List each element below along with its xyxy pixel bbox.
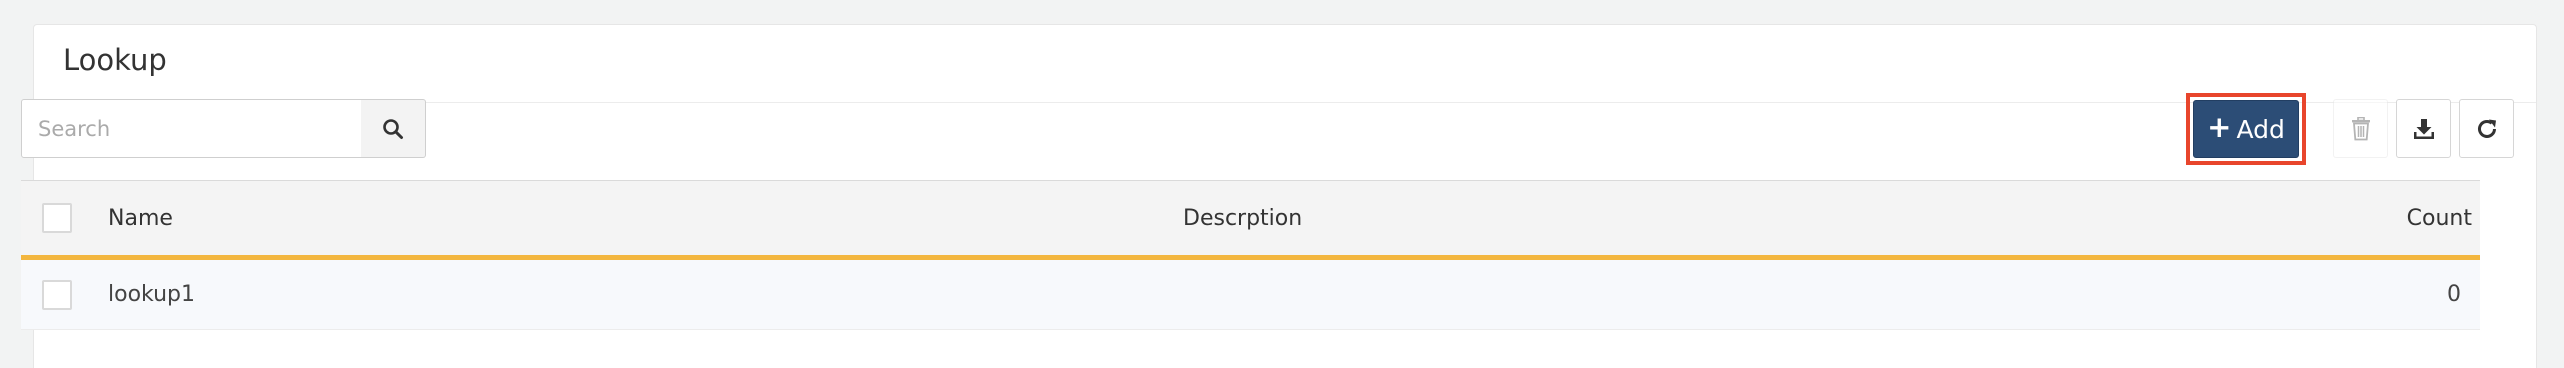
download-icon [2413, 118, 2434, 139]
row-name: lookup1 [108, 282, 196, 307]
search-button[interactable] [361, 99, 426, 158]
search-input[interactable] [21, 99, 362, 158]
column-header-count[interactable]: Count [2407, 181, 2472, 255]
refresh-icon [2477, 119, 2496, 138]
add-button-label: Add [2236, 114, 2285, 144]
select-all-cell [42, 181, 72, 255]
column-header-name[interactable]: Name [108, 181, 173, 255]
trash-icon [2351, 116, 2370, 140]
plus-icon: + [2207, 110, 2232, 144]
table-row[interactable]: lookup1 0 [21, 260, 2480, 330]
row-count: 0 [2447, 282, 2461, 307]
download-button[interactable] [2396, 99, 2451, 158]
select-all-checkbox[interactable] [42, 203, 72, 233]
page-title: Lookup [63, 43, 167, 77]
add-button[interactable]: + Add [2193, 100, 2299, 158]
search-icon [383, 118, 403, 139]
delete-button[interactable] [2333, 99, 2388, 158]
panel-header: Lookup [34, 25, 2536, 103]
row-select-cell [42, 260, 72, 329]
lookup-table: Name Descrption Count lookup1 0 [21, 180, 2480, 330]
column-header-description[interactable]: Descrption [1183, 181, 1302, 255]
refresh-button[interactable] [2459, 99, 2514, 158]
table-header: Name Descrption Count [21, 180, 2480, 260]
row-checkbox[interactable] [42, 279, 72, 310]
